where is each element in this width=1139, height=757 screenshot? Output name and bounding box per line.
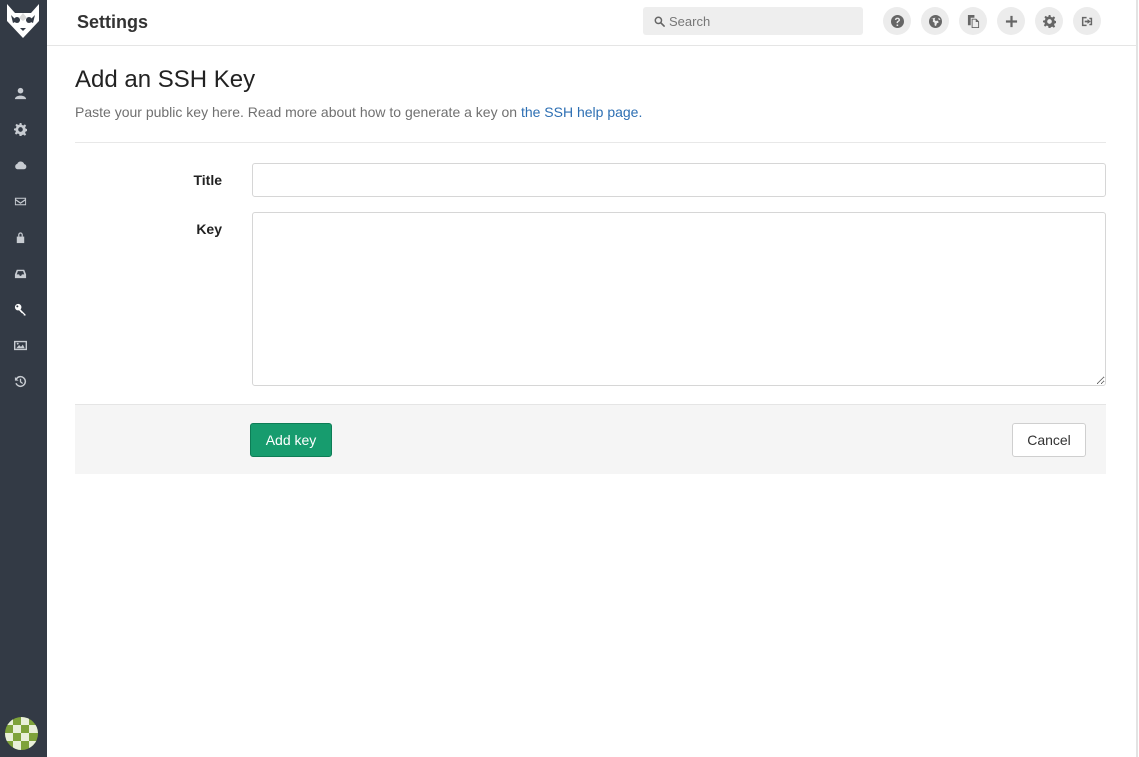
- sign-out-button[interactable]: [1073, 7, 1101, 35]
- copy-icon: [967, 14, 979, 28]
- key-textarea[interactable]: [252, 212, 1106, 386]
- history-icon: [14, 375, 26, 387]
- globe-icon: [928, 14, 942, 28]
- sidebar-item-audit-log[interactable]: [11, 372, 29, 390]
- cloud-icon: [14, 161, 26, 169]
- sidebar-item-profile[interactable]: [11, 84, 29, 102]
- sidebar-item-notifications[interactable]: [11, 264, 29, 282]
- ssh-help-link[interactable]: the SSH help page.: [521, 104, 642, 120]
- description-text: Paste your public key here. Read more ab…: [75, 104, 521, 120]
- user-icon: [14, 87, 26, 99]
- top-bar: Settings: [47, 0, 1137, 46]
- gitlab-logo-icon[interactable]: [3, 1, 43, 41]
- sidebar: [0, 0, 47, 757]
- title-field[interactable]: [252, 163, 1106, 197]
- add-key-button[interactable]: Add key: [250, 423, 332, 457]
- sign-out-icon: [1081, 16, 1092, 26]
- explore-button[interactable]: [921, 7, 949, 35]
- form-actions: Add key Cancel: [75, 404, 1106, 474]
- title-label: Title: [193, 172, 222, 188]
- search-input[interactable]: [665, 7, 860, 35]
- lock-icon: [16, 231, 24, 243]
- form-description: Paste your public key here. Read more ab…: [75, 104, 642, 120]
- user-avatar[interactable]: [5, 717, 38, 750]
- search-box[interactable]: [643, 7, 863, 35]
- divider: [75, 142, 1106, 143]
- cancel-button[interactable]: Cancel: [1012, 423, 1086, 457]
- key-label: Key: [196, 221, 222, 237]
- scrollbar-track: [1136, 0, 1138, 757]
- image-icon: [13, 340, 27, 350]
- sidebar-item-design[interactable]: [11, 336, 29, 354]
- gear-icon: [1042, 14, 1056, 28]
- question-circle-icon: [890, 14, 904, 28]
- sidebar-item-ssh-keys[interactable]: [11, 300, 29, 318]
- plus-icon: [1005, 15, 1017, 27]
- form-heading: Add an SSH Key: [75, 66, 256, 93]
- gear-icon: [13, 122, 27, 136]
- help-button[interactable]: [883, 7, 911, 35]
- envelope-icon: [14, 197, 26, 205]
- inbox-icon: [14, 269, 26, 278]
- search-icon: [654, 16, 665, 27]
- sidebar-item-password[interactable]: [11, 228, 29, 246]
- new-project-button[interactable]: [997, 7, 1025, 35]
- snippets-button[interactable]: [959, 7, 987, 35]
- key-icon: [14, 303, 26, 316]
- sidebar-item-emails[interactable]: [11, 192, 29, 210]
- admin-settings-button[interactable]: [1035, 7, 1063, 35]
- sidebar-item-account[interactable]: [11, 120, 29, 138]
- page-title: Settings: [77, 12, 149, 32]
- sidebar-item-applications[interactable]: [11, 156, 29, 174]
